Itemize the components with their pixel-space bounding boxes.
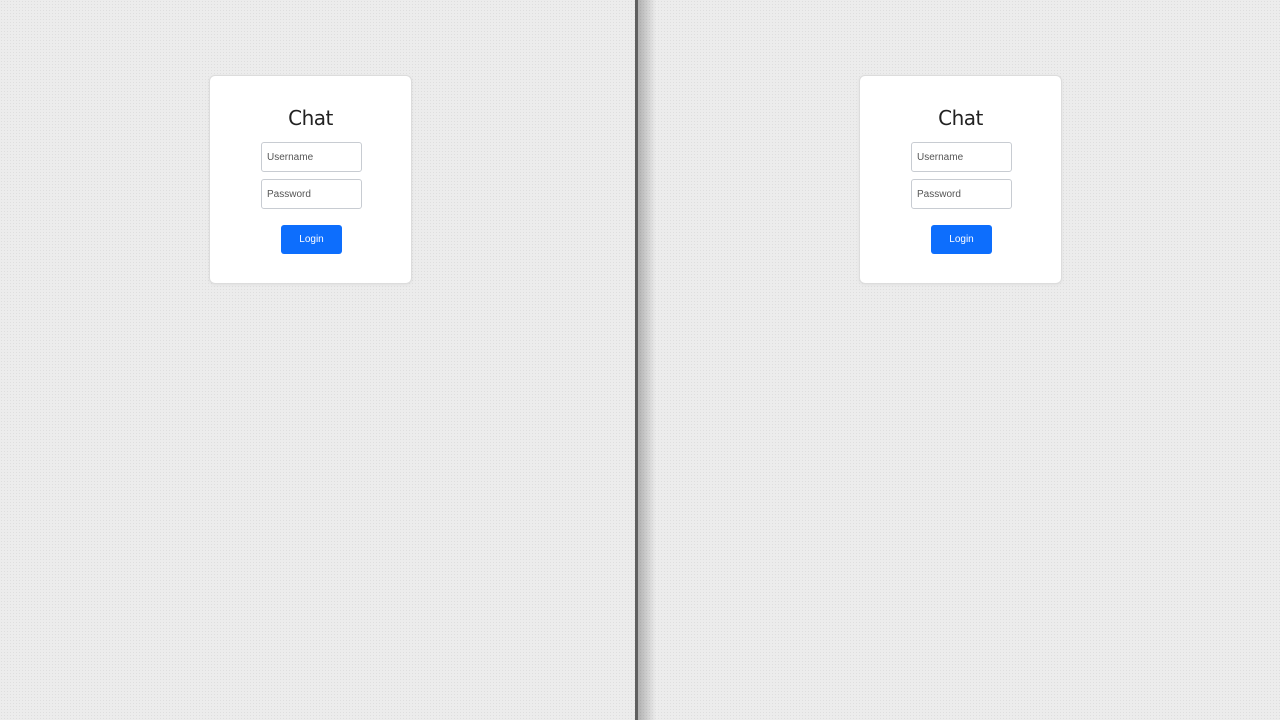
login-button[interactable]: Login bbox=[931, 225, 992, 254]
right-window: Chat Login bbox=[636, 0, 1280, 720]
password-input[interactable] bbox=[261, 179, 362, 209]
username-input[interactable] bbox=[911, 142, 1012, 172]
app-title: Chat bbox=[288, 106, 333, 130]
username-input[interactable] bbox=[261, 142, 362, 172]
left-window: Chat Login bbox=[0, 0, 636, 720]
login-card: Chat Login bbox=[859, 75, 1062, 284]
login-button[interactable]: Login bbox=[281, 225, 342, 254]
app-title: Chat bbox=[938, 106, 983, 130]
login-card: Chat Login bbox=[209, 75, 412, 284]
divider-shadow bbox=[638, 0, 656, 720]
password-input[interactable] bbox=[911, 179, 1012, 209]
split-view: Chat Login Chat Login bbox=[0, 0, 1280, 720]
